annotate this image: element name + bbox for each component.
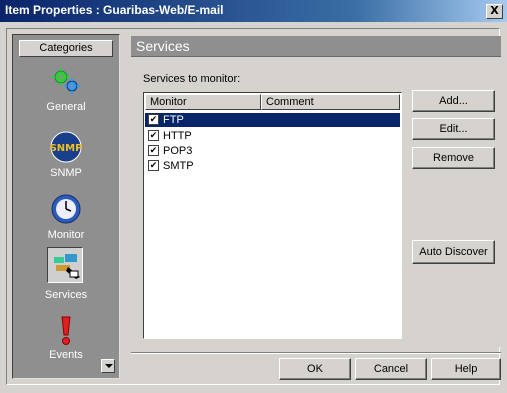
properties-dialog: Item Properties : Guaribas-Web/E-mail X … [0,0,507,393]
service-name: SMTP [163,160,194,172]
service-checkbox[interactable]: ✔ [148,130,159,141]
service-checkbox[interactable]: ✔ [148,114,159,125]
remove-button[interactable]: Remove [412,147,495,169]
service-name: POP3 [163,145,193,157]
service-name: FTP [163,114,184,126]
close-button[interactable]: X [486,4,503,19]
sidebar-scroll-down-button[interactable] [101,359,115,373]
auto-discover-button[interactable]: Auto Discover [412,240,495,264]
category-general-label: General [46,101,86,113]
footer-separator [131,352,501,354]
service-row-http[interactable]: ✔ HTTP [145,129,400,143]
services-to-monitor-label: Services to monitor: [143,73,241,85]
cancel-button[interactable]: Cancel [355,358,427,380]
services-icon [54,254,80,279]
title-bar[interactable]: Item Properties : Guaribas-Web/E-mail X [0,0,507,22]
categories-sidebar: Categories General SNMP SNMP Monitor Ser… [12,34,120,379]
service-row-smtp[interactable]: ✔ SMTP [145,159,400,173]
category-snmp[interactable]: SNMP SNMP [13,131,119,181]
category-monitor[interactable]: Monitor [13,193,119,243]
categories-header: Categories [19,40,113,57]
section-title: Services [136,38,190,54]
clock-icon [51,194,81,224]
snmp-icon-text: SNMP [50,143,82,154]
category-general[interactable]: General [13,65,119,117]
category-monitor-label: Monitor [47,229,85,241]
column-header-monitor[interactable]: Monitor [145,94,261,110]
add-button[interactable]: Add... [412,90,495,112]
ok-button[interactable]: OK [279,358,351,380]
exclamation-icon [61,316,71,345]
section-header: Services [131,36,501,57]
service-name: HTTP [163,130,192,142]
category-services-label: Services [44,289,88,301]
category-events[interactable]: Events [13,315,119,365]
gears-icon [52,68,80,94]
snmp-icon: SNMP [50,131,82,163]
category-snmp-label: SNMP [50,167,82,179]
service-checkbox[interactable]: ✔ [148,160,159,171]
category-services[interactable]: Services [13,247,119,303]
help-button[interactable]: Help [431,358,501,380]
services-list[interactable]: Monitor Comment ✔ FTP ✔ HTTP ✔ POP3 ✔ SM… [143,92,402,339]
service-checkbox[interactable]: ✔ [148,145,159,156]
window-title: Item Properties : Guaribas-Web/E-mail [5,3,224,17]
edit-button[interactable]: Edit... [412,118,495,140]
service-row-pop3[interactable]: ✔ POP3 [145,144,400,158]
service-row-ftp[interactable]: ✔ FTP [145,113,400,127]
column-header-comment[interactable]: Comment [261,94,400,110]
